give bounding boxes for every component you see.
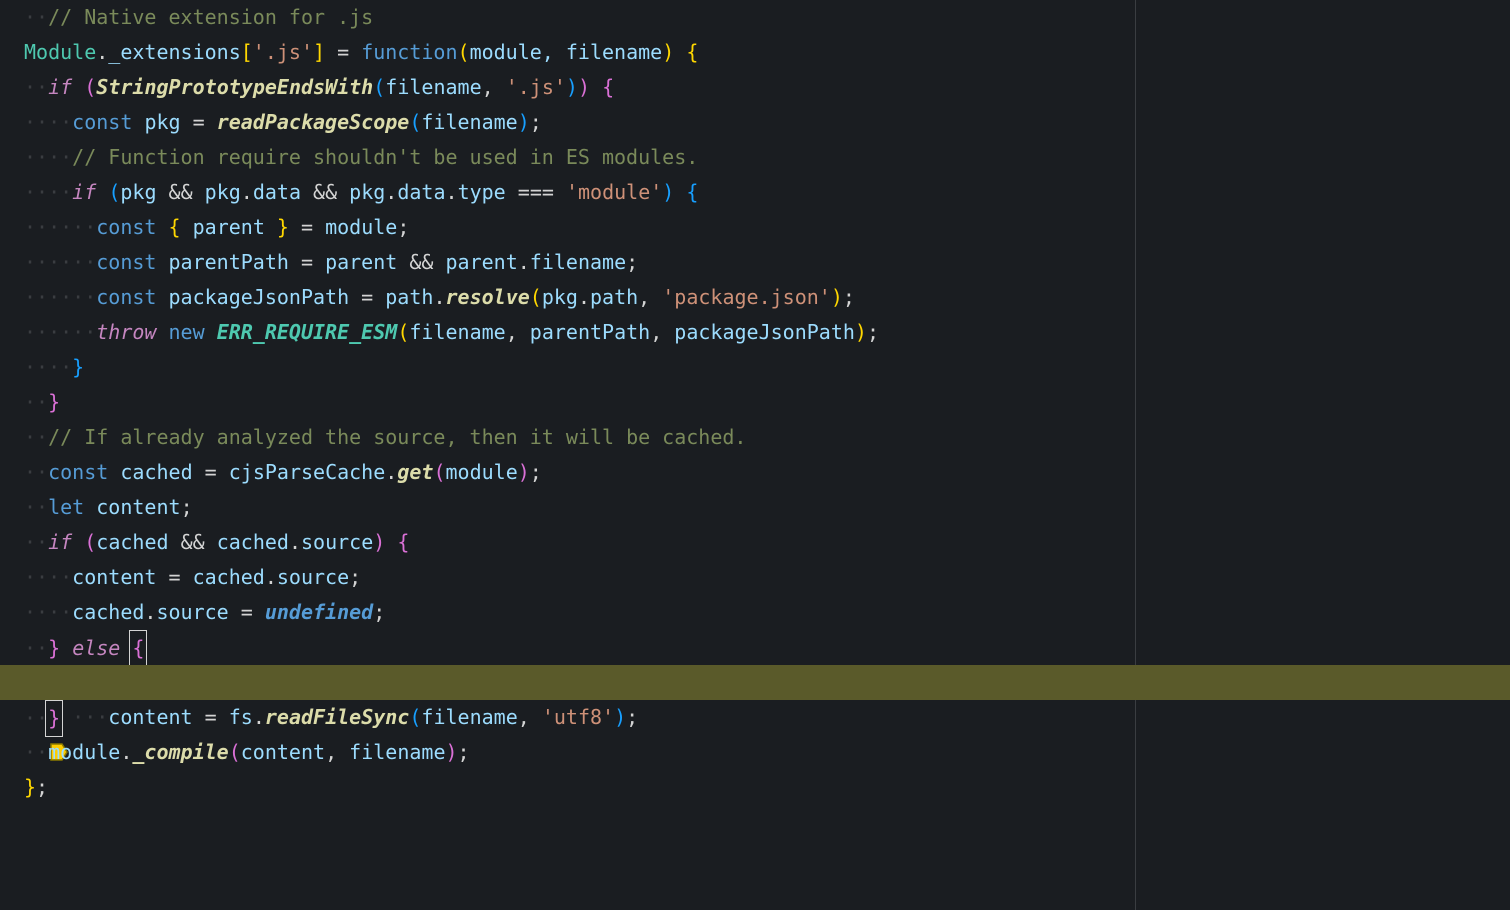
code-line[interactable]: ······const packageJsonPath = path.resol… <box>0 280 1510 315</box>
identifier: cjsParseCache <box>229 460 386 484</box>
identifier: filename <box>385 75 481 99</box>
identifier: module <box>325 215 397 239</box>
code-line[interactable]: ····if (pkg && pkg.data && pkg.data.type… <box>0 175 1510 210</box>
property: source <box>301 530 373 554</box>
keyword: const <box>48 460 108 484</box>
identifier: cached <box>120 460 192 484</box>
string: 'package.json' <box>662 285 831 309</box>
comment: // If already analyzed the source, then … <box>48 425 746 449</box>
keyword: function <box>361 40 457 64</box>
code-line[interactable]: ··// If already analyzed the source, the… <box>0 420 1510 455</box>
identifier: pkg <box>205 180 241 204</box>
property: data <box>253 180 301 204</box>
code-line[interactable]: ··module._compile(content, filename); <box>0 735 1510 770</box>
property: source <box>277 565 349 589</box>
code-line[interactable]: ····} <box>0 350 1510 385</box>
property: path <box>590 285 638 309</box>
string: 'module' <box>566 180 662 204</box>
keyword: if <box>48 75 72 99</box>
identifier: parent <box>325 250 397 274</box>
code-line[interactable]: ··} <box>0 385 1510 420</box>
code-line[interactable]: ····cached.source = undefined; <box>0 595 1510 630</box>
string: '.js' <box>253 40 313 64</box>
code-line[interactable]: ····// Function require shouldn't be use… <box>0 140 1510 175</box>
identifier: module <box>48 740 120 764</box>
identifier: filename <box>421 110 517 134</box>
identifier: packageJsonPath <box>169 285 350 309</box>
code-line[interactable]: ··// Native extension for .js <box>0 0 1510 35</box>
params: module, filename <box>470 40 663 64</box>
bracket-match: } <box>45 700 63 737</box>
function-call: StringPrototypeEndsWith <box>96 75 373 99</box>
property: _extensions <box>108 40 240 64</box>
identifier: path <box>385 285 433 309</box>
identifier: parentPath <box>169 250 289 274</box>
keyword: const <box>96 285 156 309</box>
identifier: cached <box>217 530 289 554</box>
property: type <box>458 180 506 204</box>
identifier: parentPath <box>530 320 650 344</box>
identifier: module <box>446 460 518 484</box>
keyword: const <box>96 215 156 239</box>
identifier: content <box>96 495 180 519</box>
code-line[interactable]: ······throw new ERR_REQUIRE_ESM(filename… <box>0 315 1510 350</box>
comment: // Function require shouldn't be used in… <box>72 145 698 169</box>
identifier: filename <box>409 320 505 344</box>
identifier: parent <box>445 250 517 274</box>
keyword: else <box>72 636 120 660</box>
identifier: packageJsonPath <box>674 320 855 344</box>
keyword: throw <box>96 320 156 344</box>
keyword: const <box>96 250 156 274</box>
code-line[interactable]: }; <box>0 770 1510 805</box>
keyword: if <box>72 180 96 204</box>
string: '.js' <box>506 75 566 99</box>
code-line[interactable]: ··} else { <box>0 630 1510 665</box>
identifier: pkg <box>120 180 156 204</box>
keyword: let <box>48 495 84 519</box>
function-call: get <box>397 460 433 484</box>
property: filename <box>530 250 626 274</box>
bracket-match: { <box>129 630 147 667</box>
keyword: if <box>48 530 72 554</box>
property: source <box>156 600 228 624</box>
class-name: ERR_REQUIRE_ESM <box>217 320 398 344</box>
code-line[interactable]: ····content = cached.source; <box>0 560 1510 595</box>
code-line[interactable]: ······const { parent } = module; <box>0 210 1510 245</box>
code-line[interactable]: ··let content; <box>0 490 1510 525</box>
code-line-current[interactable]: ···content = fs.readFileSync(filename, '… <box>0 665 1510 700</box>
identifier: pkg <box>542 285 578 309</box>
code-line[interactable]: ··} <box>0 700 1510 735</box>
keyword: new <box>169 320 205 344</box>
function-call: resolve <box>445 285 529 309</box>
identifier: content <box>72 565 156 589</box>
identifier: Module <box>24 40 96 64</box>
constant: undefined <box>265 600 373 624</box>
code-line[interactable]: ······const parentPath = parent && paren… <box>0 245 1510 280</box>
code-line[interactable]: ····const pkg = readPackageScope(filenam… <box>0 105 1510 140</box>
identifier: cached <box>193 565 265 589</box>
comment: // Native extension for .js <box>48 5 373 29</box>
identifier: cached <box>96 530 168 554</box>
code-line[interactable]: Module._extensions['.js'] = function(mod… <box>0 35 1510 70</box>
function-call: readPackageScope <box>217 110 410 134</box>
identifier: cached <box>72 600 144 624</box>
code-line[interactable]: ··const cached = cjsParseCache.get(modul… <box>0 455 1510 490</box>
identifier: parent <box>193 215 265 239</box>
identifier: filename <box>349 740 445 764</box>
identifier: pkg <box>144 110 180 134</box>
code-line[interactable]: ··if (StringPrototypeEndsWith(filename, … <box>0 70 1510 105</box>
code-editor[interactable]: ··// Native extension for .js Module._ex… <box>0 0 1510 910</box>
keyword: const <box>72 110 132 134</box>
function-call: _compile <box>132 740 228 764</box>
identifier: pkg <box>349 180 385 204</box>
property: data <box>397 180 445 204</box>
code-line[interactable]: ··if (cached && cached.source) { <box>0 525 1510 560</box>
identifier: content <box>241 740 325 764</box>
